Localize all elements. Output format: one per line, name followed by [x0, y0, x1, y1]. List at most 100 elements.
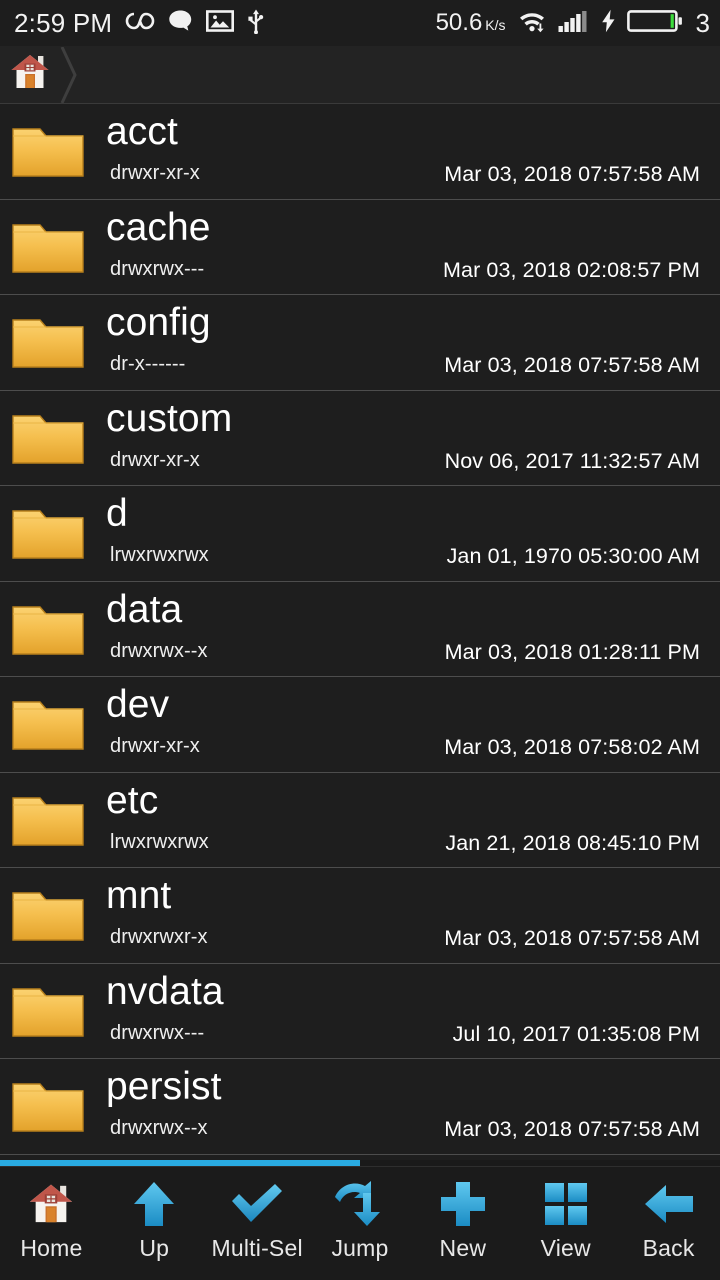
table-row[interactable]: custom drwxr-xr-x Nov 06, 2017 11:32:57 …: [0, 390, 720, 486]
table-row[interactable]: data drwxrwx--x Mar 03, 2018 01:28:11 PM: [0, 581, 720, 677]
file-permissions: dr-x------: [110, 353, 186, 375]
file-name: mnt: [106, 874, 172, 917]
network-speed-value: 50.6: [435, 9, 483, 36]
file-permissions: drwxr-xr-x: [110, 735, 200, 757]
toolbar-label: Home: [20, 1235, 83, 1261]
file-name: etc: [106, 778, 159, 822]
folder-icon: [0, 121, 96, 181]
charging-bolt-icon: [601, 9, 616, 38]
file-list[interactable]: acct drwxr-xr-x Mar 03, 2018 07:57:58 AM: [0, 104, 720, 1160]
table-row[interactable]: acct drwxr-xr-x Mar 03, 2018 07:57:58 AM: [0, 104, 720, 200]
file-modified: Mar 03, 2018 07:57:58 AM: [444, 1117, 700, 1141]
status-bar-left: 2:59 PM: [14, 8, 265, 39]
row-body: dev drwxr-xr-x Mar 03, 2018 07:58:02 AM: [96, 677, 720, 772]
battery-icon: [626, 8, 683, 39]
home-house-icon: [8, 50, 52, 99]
status-bar: 2:59 PM 50.6 K/s 3: [0, 0, 720, 46]
arrow-up-icon: [131, 1177, 177, 1231]
toolbar-label: New: [439, 1235, 487, 1261]
row-body: nvdata drwxrwx--- Jul 10, 2017 01:35:08 …: [96, 964, 720, 1059]
bottom-toolbar: Home Up Multi-Sel Jump New View Back: [0, 1166, 720, 1280]
table-row[interactable]: mnt drwxrwxr-x Mar 03, 2018 07:57:58 AM: [0, 868, 720, 964]
toolbar-button-back[interactable]: Back: [617, 1167, 720, 1280]
toolbar-button-multi-sel[interactable]: Multi-Sel: [206, 1167, 309, 1280]
toolbar-button-jump[interactable]: Jump: [309, 1167, 412, 1280]
file-modified: Jul 10, 2017 01:35:08 PM: [452, 1021, 700, 1046]
toolbar-button-home[interactable]: Home: [0, 1167, 103, 1280]
checkmark-icon: [228, 1177, 286, 1231]
file-modified: Mar 03, 2018 01:28:11 PM: [444, 639, 700, 664]
row-body: custom drwxr-xr-x Nov 06, 2017 11:32:57 …: [96, 391, 720, 486]
folder-icon: [0, 217, 96, 277]
file-permissions: drwxrwx--x: [110, 639, 208, 662]
curved-arrow-icon: [332, 1177, 388, 1231]
toolbar-button-view[interactable]: View: [514, 1167, 617, 1280]
file-name: d: [106, 492, 128, 535]
table-row[interactable]: persist drwxrwx--x Mar 03, 2018 07:57:58…: [0, 1059, 720, 1155]
file-name: config: [106, 301, 211, 344]
table-row[interactable]: nvdata drwxrwx--- Jul 10, 2017 01:35:08 …: [0, 963, 720, 1059]
file-modified: Jan 21, 2018 08:45:10 PM: [445, 830, 700, 855]
file-name: nvdata: [106, 969, 224, 1013]
photo-icon: [206, 9, 235, 38]
toolbar-label: Up: [139, 1235, 170, 1261]
chevron-right-icon: [56, 46, 82, 103]
table-row[interactable]: config dr-x------ Mar 03, 2018 07:57:58 …: [0, 295, 720, 391]
folder-icon: [0, 885, 96, 945]
file-permissions: drwxr-xr-x: [110, 162, 200, 184]
row-body: persist drwxrwx--x Mar 03, 2018 07:57:58…: [96, 1059, 720, 1154]
row-body: config dr-x------ Mar 03, 2018 07:57:58 …: [96, 295, 720, 390]
file-modified: Mar 03, 2018 02:08:57 PM: [443, 257, 700, 282]
file-name: cache: [106, 205, 211, 249]
plus-icon: [438, 1177, 488, 1231]
folder-icon: [0, 503, 96, 563]
breadcrumb-item-root[interactable]: [0, 46, 56, 103]
grid-icon: [542, 1177, 590, 1231]
file-permissions: lrwxrwxrwx: [110, 830, 209, 853]
file-modified: Nov 06, 2017 11:32:57 AM: [444, 448, 700, 473]
toolbar-label: Back: [642, 1235, 695, 1261]
file-modified: Jan 01, 1970 05:30:00 AM: [446, 544, 700, 568]
file-permissions: drwxrwx---: [110, 1021, 205, 1044]
infinity-icon: [125, 10, 155, 37]
row-body: data drwxrwx--x Mar 03, 2018 01:28:11 PM: [96, 582, 720, 677]
file-permissions: drwxrwx--x: [110, 1117, 208, 1139]
table-row[interactable]: etc lrwxrwxrwx Jan 21, 2018 08:45:10 PM: [0, 772, 720, 868]
arrow-left-icon: [642, 1177, 696, 1231]
folder-icon: [0, 408, 96, 468]
row-body: cache drwxrwx--- Mar 03, 2018 02:08:57 P…: [96, 200, 720, 295]
row-body: d lrwxrwxrwx Jan 01, 1970 05:30:00 AM: [96, 486, 720, 581]
network-speed: 50.6 K/s: [436, 9, 506, 37]
file-name: acct: [106, 110, 178, 153]
folder-icon: [0, 790, 96, 850]
toolbar-button-new[interactable]: New: [411, 1167, 514, 1280]
file-modified: Mar 03, 2018 07:57:58 AM: [444, 353, 700, 377]
folder-icon: [0, 599, 96, 659]
folder-icon: [0, 1076, 96, 1136]
file-modified: Mar 03, 2018 07:58:02 AM: [444, 735, 700, 759]
file-modified: Mar 03, 2018 07:57:58 AM: [444, 926, 700, 950]
folder-icon: [0, 981, 96, 1041]
table-row[interactable]: d lrwxrwxrwx Jan 01, 1970 05:30:00 AM: [0, 486, 720, 582]
toolbar-label: Multi-Sel: [211, 1235, 303, 1261]
toolbar-button-up[interactable]: Up: [103, 1167, 206, 1280]
file-manager-app: 2:59 PM 50.6 K/s 3 acct drwxr-xr-x Mar 0…: [0, 0, 720, 1280]
wifi-download-icon: [517, 9, 547, 38]
usb-icon: [247, 8, 265, 39]
file-name: data: [106, 587, 183, 631]
message-bubble-icon: [168, 9, 193, 38]
toolbar-label: Jump: [331, 1235, 389, 1261]
row-body: acct drwxr-xr-x Mar 03, 2018 07:57:58 AM: [96, 104, 720, 199]
file-modified: Mar 03, 2018 07:57:58 AM: [444, 162, 700, 186]
signal-bars-icon: [558, 9, 590, 38]
table-row[interactable]: cache drwxrwx--- Mar 03, 2018 02:08:57 P…: [0, 199, 720, 295]
file-name: custom: [106, 396, 233, 440]
table-row[interactable]: dev drwxr-xr-x Mar 03, 2018 07:58:02 AM: [0, 677, 720, 773]
network-speed-unit: K/s: [485, 17, 506, 33]
folder-icon: [0, 694, 96, 754]
home-house-icon: [24, 1177, 78, 1231]
breadcrumb: [0, 46, 720, 104]
file-permissions: drwxrwxr-x: [110, 926, 208, 948]
file-name: dev: [106, 683, 170, 726]
status-bar-clock: 2:59 PM: [14, 7, 113, 38]
